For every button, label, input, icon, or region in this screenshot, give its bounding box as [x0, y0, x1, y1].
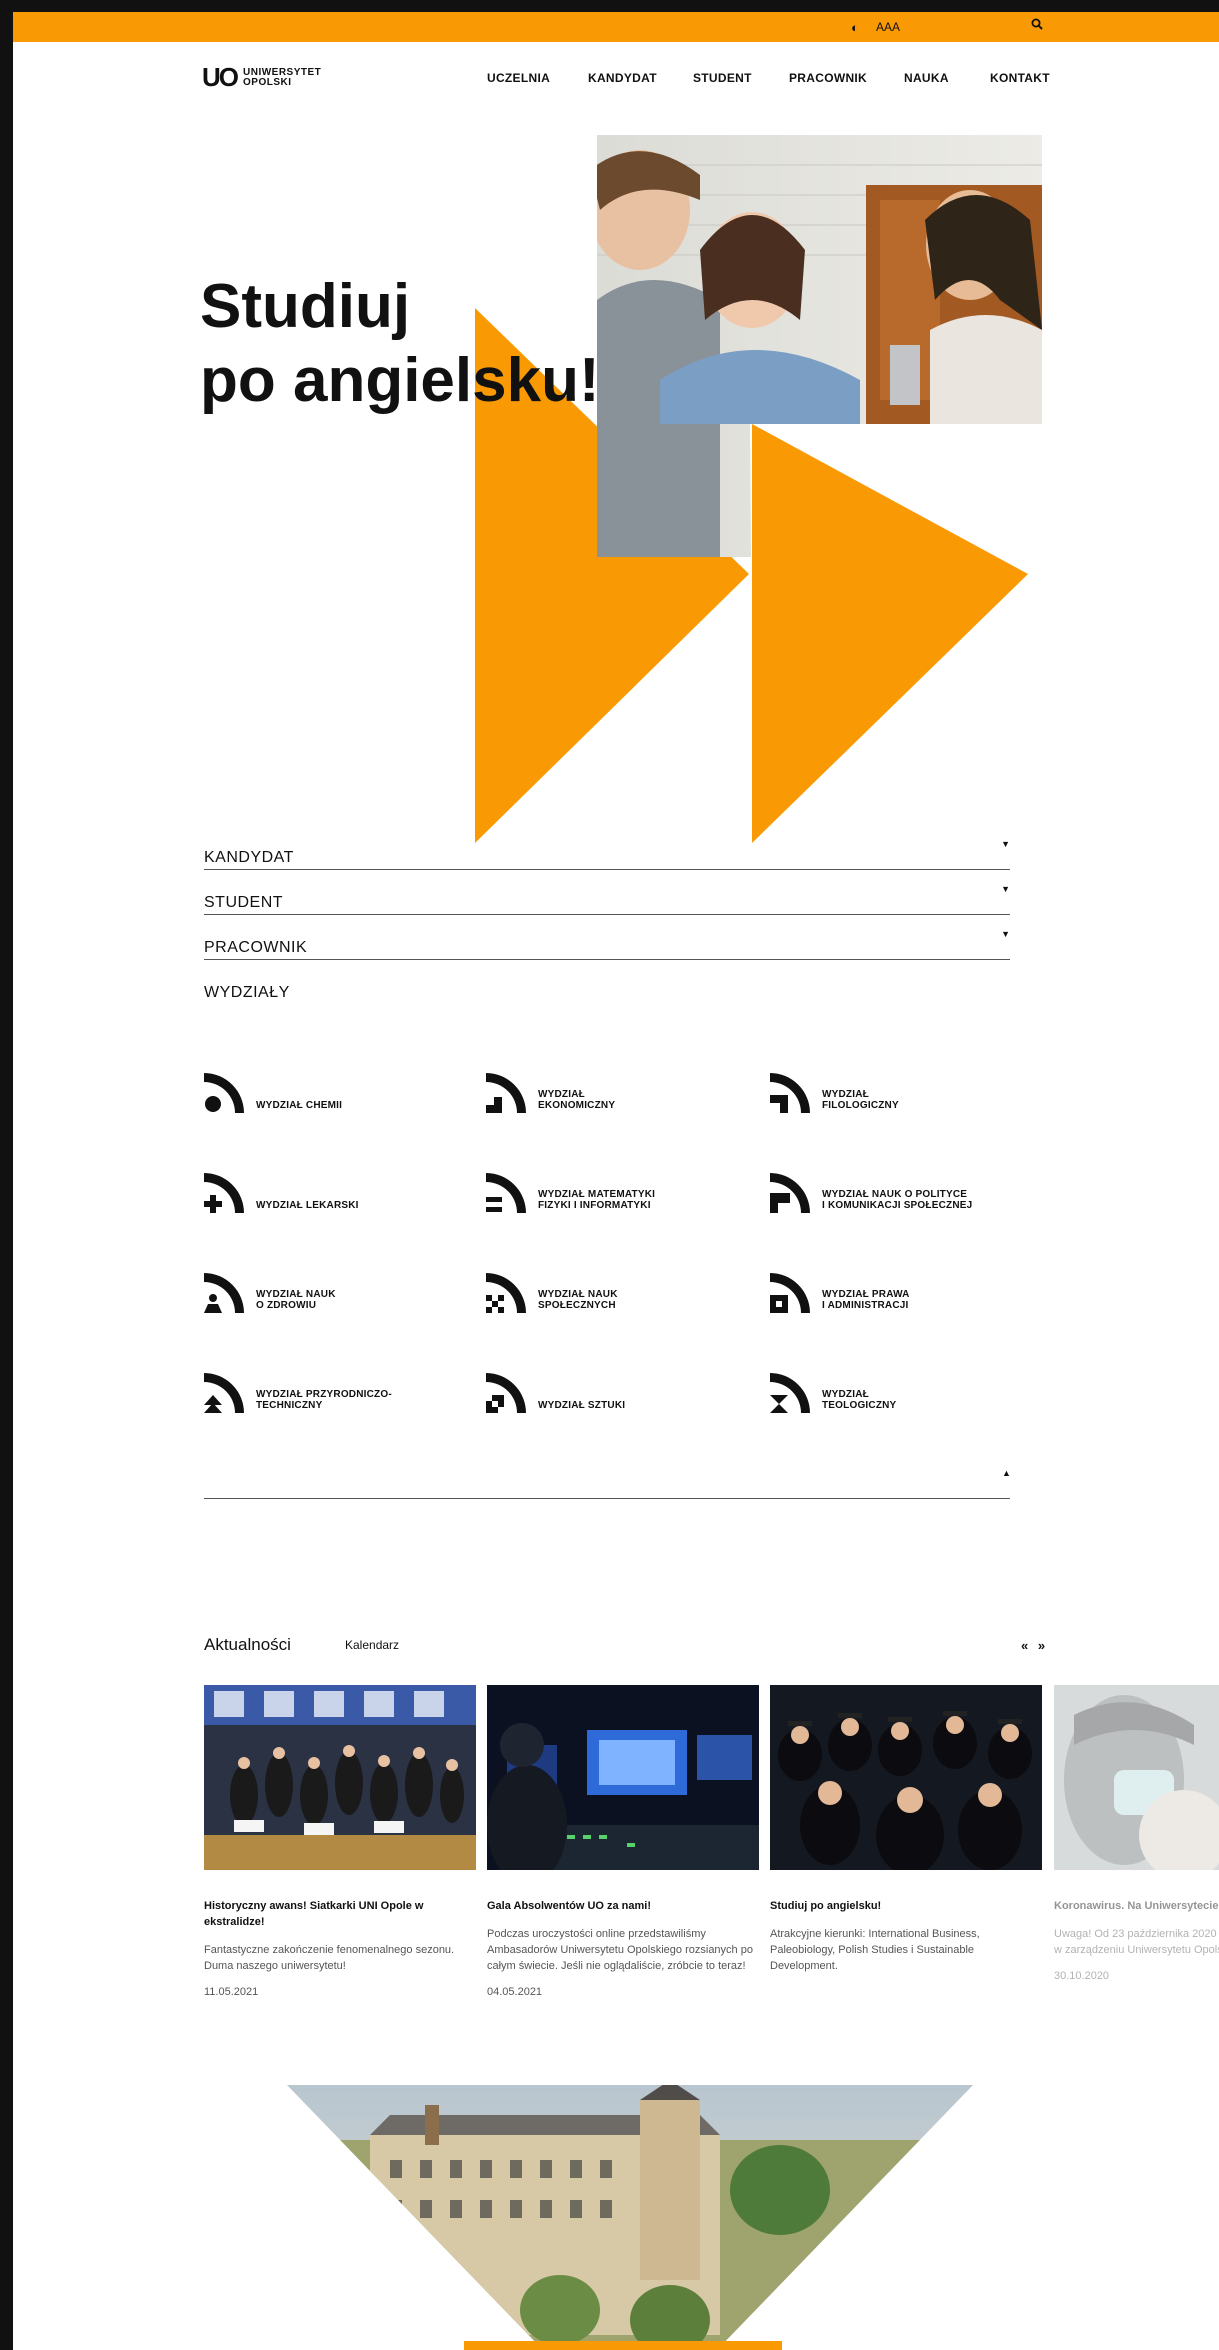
accordion-label: KANDYDAT	[204, 849, 294, 866]
news-excerpt: Atrakcyjne kierunki: International Busin…	[770, 1928, 980, 1972]
news-headline[interactable]: Koronawirus. Na Uniwersytecie O zdalna!	[1054, 1898, 1219, 1914]
news-image-gala	[487, 1685, 759, 1870]
news-date: 30.10.2020	[1054, 1970, 1110, 1982]
faculty-name: WYDZIAŁ CHEMII	[256, 1100, 343, 1111]
hero-title-line-1: Studiuj	[200, 272, 411, 341]
faculty-name: WYDZIAŁ NAUK SPOŁECZNYCH	[538, 1289, 618, 1311]
hero-arrow-right	[752, 424, 1028, 843]
faculty-social[interactable]: WYDZIAŁ NAUK SPOŁECZNYCH	[486, 1273, 618, 1313]
faculty-name: WYDZIAŁ FILOLOGICZNY	[822, 1089, 899, 1111]
economics-icon	[486, 1073, 526, 1113]
theology-icon	[770, 1373, 810, 1413]
faculty-economics[interactable]: WYDZIAŁ EKONOMICZNY	[486, 1073, 615, 1113]
faculty-law[interactable]: WYDZIAŁ PRAWA I ADMINISTRACJI	[770, 1273, 910, 1313]
chevron-down-icon[interactable]: ▼	[1001, 839, 1010, 849]
faculty-math[interactable]: WYDZIAŁ MATEMATYKI FIZYKI I INFORMATYKI	[486, 1173, 655, 1213]
hero-title-line-2: po angielsku!	[200, 346, 600, 415]
law-icon	[770, 1273, 810, 1313]
news-excerpt: Uwaga! Od 23 października 2020 zdalna. S…	[1054, 1928, 1219, 1956]
arts-icon	[486, 1373, 526, 1413]
faculty-medicine[interactable]: WYDZIAŁ LEKARSKI	[204, 1173, 359, 1213]
news-card[interactable]: Historyczny awans! Siatkarki UNI Opole w…	[204, 1685, 476, 1998]
faculty-name: WYDZIAŁ LEKARSKI	[256, 1200, 359, 1211]
faculty-name: WYDZIAŁ EKONOMICZNY	[538, 1089, 616, 1111]
news-card[interactable]: Gala Absolwentów UO za nami! Podczas uro…	[487, 1685, 759, 1998]
carousel-next-button[interactable]: »	[1038, 1638, 1045, 1653]
accordion-pracownik[interactable]: PRACOWNIK ▼	[204, 925, 1010, 960]
news-excerpt: Podczas uroczystości online przedstawili…	[487, 1928, 753, 1972]
faculty-politics[interactable]: WYDZIAŁ NAUK O POLITYCE I KOMUNIKACJI SP…	[770, 1173, 972, 1213]
news-excerpt: Fantastyczne zakończenie fenomenalnego s…	[204, 1944, 455, 1972]
accordion-label: STUDENT	[204, 894, 284, 911]
faculty-name: WYDZIAŁ NAUK O POLITYCE I KOMUNIKACJI SP…	[822, 1189, 973, 1211]
faculties-divider	[204, 1498, 1010, 1499]
hero-title: Studiuj po angielsku!	[200, 270, 600, 418]
faculty-theology[interactable]: WYDZIAŁ TEOLOGICZNY	[770, 1373, 896, 1413]
health-icon	[204, 1273, 244, 1313]
faculty-arts[interactable]: WYDZIAŁ SZTUKI	[486, 1373, 625, 1413]
news-headline[interactable]: Gala Absolwentów UO za nami!	[487, 1898, 759, 1914]
hero-graphic	[475, 135, 1042, 843]
accordion-student[interactable]: STUDENT ▼	[204, 880, 1010, 915]
faculty-name: WYDZIAŁ SZTUKI	[538, 1400, 626, 1411]
social-icon	[486, 1273, 526, 1313]
chevron-up-icon[interactable]: ▲	[1002, 1468, 1011, 1478]
news-headline[interactable]: Historyczny awans! Siatkarki UNI Opole w…	[204, 1898, 476, 1930]
news-date: 11.05.2021	[204, 1986, 259, 1998]
chevron-down-icon[interactable]: ▼	[1001, 884, 1010, 894]
news-image-covid	[1054, 1685, 1219, 1870]
faculty-name: WYDZIAŁ NAUK O ZDROWIU	[256, 1289, 336, 1311]
news-image-volleyball	[204, 1685, 476, 1870]
chevron-down-icon[interactable]: ▼	[1001, 929, 1010, 939]
faculty-science[interactable]: WYDZIAŁ PRZYRODNICZO- TECHNICZNY	[204, 1373, 392, 1413]
news-headline[interactable]: Studiuj po angielsku!	[770, 1898, 1042, 1914]
faculty-name: WYDZIAŁ PRAWA I ADMINISTRACJI	[822, 1289, 910, 1311]
faculty-name: WYDZIAŁ MATEMATYKI FIZYKI I INFORMATYKI	[538, 1189, 656, 1211]
medicine-icon	[204, 1173, 244, 1213]
campus-graphic	[287, 2085, 973, 2350]
news-carousel-controls: « »	[1015, 1638, 1045, 1653]
math-icon	[486, 1173, 526, 1213]
philology-icon	[770, 1073, 810, 1113]
news-image-graduation	[770, 1685, 1042, 1870]
news-card[interactable]: Koronawirus. Na Uniwersytecie O zdalna! …	[1054, 1685, 1219, 1982]
news-date: 04.05.2021	[487, 1986, 543, 1998]
news-card[interactable]: Studiuj po angielsku! Atrakcyjne kierunk…	[770, 1685, 1042, 1974]
faculty-chemistry[interactable]: WYDZIAŁ CHEMII	[204, 1073, 342, 1113]
faculty-health[interactable]: WYDZIAŁ NAUK O ZDROWIU	[204, 1273, 336, 1313]
news-heading[interactable]: Aktualności	[204, 1635, 291, 1655]
faculties-heading[interactable]: WYDZIAŁY	[204, 984, 290, 1002]
faculty-name: WYDZIAŁ PRZYRODNICZO- TECHNICZNY	[256, 1389, 392, 1411]
carousel-prev-button[interactable]: «	[1021, 1638, 1028, 1653]
faculty-philology[interactable]: WYDZIAŁ FILOLOGICZNY	[770, 1073, 899, 1113]
chemistry-icon	[204, 1073, 244, 1113]
bottom-cta-button[interactable]	[464, 2341, 782, 2350]
accordion-kandydat[interactable]: KANDYDAT ▼	[204, 835, 1010, 870]
politics-icon	[770, 1173, 810, 1213]
faculty-name: WYDZIAŁ TEOLOGICZNY	[822, 1389, 897, 1411]
accordion-label: PRACOWNIK	[204, 939, 308, 956]
calendar-link[interactable]: Kalendarz	[345, 1638, 399, 1652]
science-icon	[204, 1373, 244, 1413]
